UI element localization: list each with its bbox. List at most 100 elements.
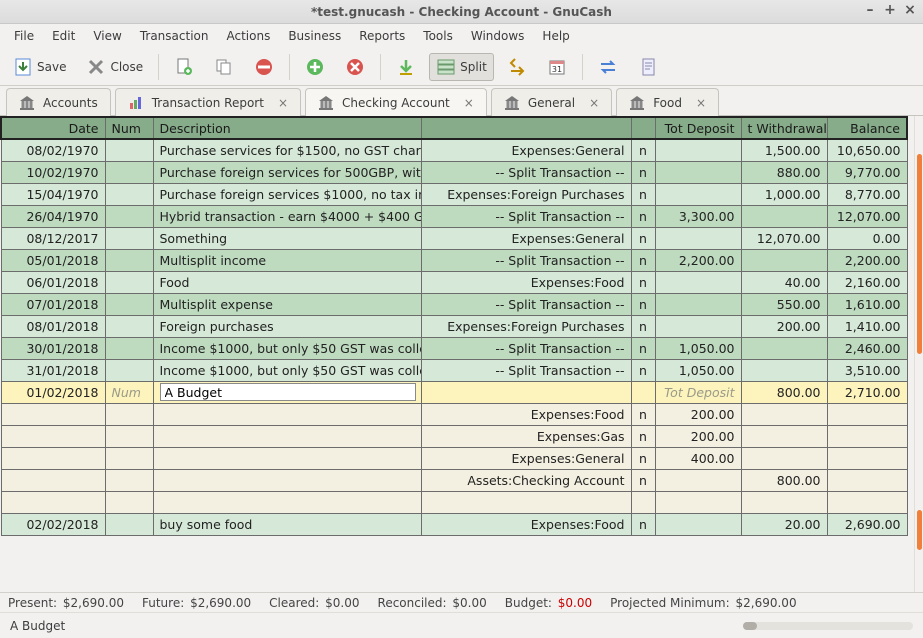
blank-button[interactable] [389,53,423,81]
cell-reconcile[interactable]: n [631,513,655,535]
transaction-row[interactable]: 10/02/1970Purchase foreign services for … [1,161,907,183]
cell-num[interactable] [105,293,153,315]
cell-withdrawal[interactable]: 800.00 [741,469,827,491]
new-invoice-button[interactable] [167,53,201,81]
delete-button[interactable] [247,53,281,81]
cell-reconcile[interactable]: n [631,161,655,183]
menu-help[interactable]: Help [534,25,577,47]
tab-close-icon[interactable]: × [589,96,599,110]
scroll-thumb[interactable] [917,154,922,354]
cell-deposit[interactable] [655,491,741,513]
enter-button[interactable] [298,53,332,81]
tab-general[interactable]: General × [491,88,612,116]
cell-transfer[interactable]: Expenses:Foreign Purchases [421,183,631,205]
cell-description[interactable]: Income $1000, but only $50 GST was colle… [153,337,421,359]
cell-withdrawal[interactable] [741,447,827,469]
cell-description[interactable]: Foreign purchases [153,315,421,337]
cell-deposit[interactable] [655,271,741,293]
cell-reconcile[interactable] [631,491,655,513]
cell-num[interactable] [105,469,153,491]
cell-description[interactable]: Multisplit income [153,249,421,271]
cell-reconcile[interactable]: n [631,139,655,161]
menu-view[interactable]: View [85,25,129,47]
cell-description[interactable] [153,491,421,513]
transaction-row[interactable]: 02/02/2018buy some foodExpenses:Foodn20.… [1,513,907,535]
cell-date[interactable] [1,403,105,425]
tab-checking-account[interactable]: Checking Account × [305,88,487,116]
cell-transfer[interactable]: -- Split Transaction -- [421,205,631,227]
cell-deposit[interactable] [655,469,741,491]
cell-deposit[interactable] [655,315,741,337]
cell-transfer[interactable]: Expenses:General [421,139,631,161]
cell-transfer[interactable]: Expenses:General [421,447,631,469]
cell-description[interactable] [153,469,421,491]
cell-date[interactable]: 08/01/2018 [1,315,105,337]
cell-description[interactable] [153,381,421,403]
cell-num[interactable] [105,271,153,293]
cell-num[interactable] [105,491,153,513]
cell-description[interactable]: buy some food [153,513,421,535]
cancel-button[interactable] [338,53,372,81]
transaction-row[interactable]: 08/02/1970Purchase services for $1500, n… [1,139,907,161]
cell-deposit[interactable] [655,293,741,315]
cell-description[interactable]: Purchase services for $1500, no GST char… [153,139,421,161]
col-transfer[interactable] [421,117,631,139]
transaction-row[interactable]: 08/01/2018Foreign purchasesExpenses:Fore… [1,315,907,337]
cell-description[interactable] [153,403,421,425]
cell-date[interactable]: 15/04/1970 [1,183,105,205]
cell-reconcile[interactable]: n [631,425,655,447]
reconcile-button[interactable] [631,53,665,81]
menu-windows[interactable]: Windows [463,25,533,47]
transaction-edit-row[interactable]: 01/02/2018NumTot Deposit800.002,710.00 [1,381,907,403]
split-row[interactable]: Expenses:Foodn200.00 [1,403,907,425]
menu-file[interactable]: File [6,25,42,47]
cell-description[interactable] [153,447,421,469]
split-row[interactable]: Assets:Checking Accountn800.00 [1,469,907,491]
cell-num[interactable] [105,161,153,183]
cell-reconcile[interactable]: n [631,447,655,469]
cell-num[interactable] [105,447,153,469]
cell-withdrawal[interactable]: 200.00 [741,315,827,337]
save-button[interactable]: Save [6,53,73,81]
cell-withdrawal[interactable] [741,205,827,227]
cell-date[interactable]: 26/04/1970 [1,205,105,227]
cell-transfer[interactable]: -- Split Transaction -- [421,337,631,359]
cell-withdrawal[interactable] [741,337,827,359]
cell-num[interactable] [105,359,153,381]
col-num[interactable]: Num [105,117,153,139]
cell-withdrawal[interactable] [741,359,827,381]
tab-close-icon[interactable]: × [278,96,288,110]
cell-reconcile[interactable]: n [631,359,655,381]
cell-num[interactable] [105,227,153,249]
cell-num[interactable] [105,513,153,535]
cell-transfer[interactable] [421,381,631,403]
cell-withdrawal[interactable]: 1,000.00 [741,183,827,205]
cell-deposit[interactable]: 3,300.00 [655,205,741,227]
cell-num[interactable] [105,315,153,337]
cell-reconcile[interactable]: n [631,205,655,227]
cell-transfer[interactable]: Expenses:Gas [421,425,631,447]
menu-reports[interactable]: Reports [351,25,413,47]
cell-num[interactable] [105,337,153,359]
cell-reconcile[interactable]: n [631,227,655,249]
tab-accounts[interactable]: Accounts [6,88,111,116]
tab-transaction-report[interactable]: Transaction Report × [115,88,301,116]
cell-withdrawal[interactable]: 12,070.00 [741,227,827,249]
duplicate-button[interactable] [207,53,241,81]
transaction-row[interactable]: 06/01/2018FoodExpenses:Foodn40.002,160.0… [1,271,907,293]
transaction-row[interactable]: 26/04/1970Hybrid transaction - earn $400… [1,205,907,227]
cell-withdrawal[interactable]: 550.00 [741,293,827,315]
cell-deposit[interactable]: 400.00 [655,447,741,469]
cell-transfer[interactable] [421,491,631,513]
tab-food[interactable]: Food × [616,88,719,116]
cell-deposit[interactable] [655,139,741,161]
cell-date[interactable] [1,425,105,447]
cell-deposit[interactable]: Tot Deposit [655,381,741,403]
cell-transfer[interactable]: Expenses:General [421,227,631,249]
cell-date[interactable]: 10/02/1970 [1,161,105,183]
schedule-button[interactable]: 31 [540,53,574,81]
cell-deposit[interactable] [655,183,741,205]
vertical-scrollbar[interactable] [914,116,923,592]
cell-withdrawal[interactable] [741,491,827,513]
cell-date[interactable] [1,447,105,469]
